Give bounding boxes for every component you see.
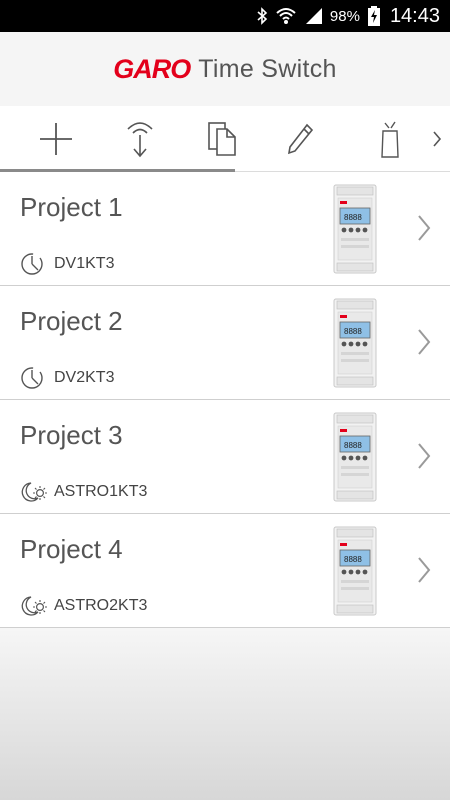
chevron-right-icon[interactable] bbox=[414, 440, 434, 472]
svg-text:8888: 8888 bbox=[344, 327, 362, 336]
project-subtitle: ASTRO2KT3 bbox=[20, 594, 147, 618]
project-model: ASTRO2KT3 bbox=[54, 597, 148, 614]
project-subtitle: ASTRO1KT3 bbox=[20, 480, 147, 504]
status-time: 14:43 bbox=[389, 4, 440, 27]
wifi-icon bbox=[276, 7, 296, 25]
svg-text:8888: 8888 bbox=[344, 213, 362, 222]
empty-area bbox=[0, 628, 450, 800]
add-icon bbox=[40, 123, 72, 155]
svg-text:8888: 8888 bbox=[344, 441, 362, 450]
project-row-3[interactable]: Project 3 ASTRO1KT3 8888 bbox=[0, 400, 450, 514]
project-list: Project 1 DV1KT3 8888 Project 2 DV2KT3 8… bbox=[0, 172, 450, 628]
bluetooth-icon bbox=[256, 7, 268, 25]
astro-icon bbox=[20, 594, 48, 618]
copy-icon bbox=[208, 122, 236, 156]
page-title: Time Switch bbox=[198, 54, 337, 83]
device-thumbnail: 8888 bbox=[333, 298, 377, 388]
project-model: ASTRO1KT3 bbox=[54, 483, 148, 500]
toolbar bbox=[0, 106, 450, 172]
app-header: GARO Time Switch bbox=[0, 32, 450, 106]
edit-button[interactable] bbox=[270, 114, 330, 164]
chevron-right-icon[interactable] bbox=[414, 554, 434, 586]
project-title: Project 2 bbox=[20, 306, 123, 336]
add-button[interactable] bbox=[26, 114, 86, 164]
chevron-right-icon[interactable] bbox=[414, 326, 434, 358]
copy-button[interactable] bbox=[192, 114, 252, 164]
edit-icon bbox=[287, 123, 314, 155]
delete-icon bbox=[381, 121, 399, 158]
project-model: DV2KT3 bbox=[54, 369, 115, 386]
device-thumbnail: 8888 bbox=[333, 184, 377, 274]
toolbar-more-button[interactable] bbox=[424, 114, 450, 164]
battery-charging-icon bbox=[367, 6, 380, 26]
download-button[interactable] bbox=[110, 114, 170, 164]
project-title: Project 4 bbox=[20, 534, 123, 564]
chevron-right-icon bbox=[433, 131, 442, 147]
device-thumbnail: 8888 bbox=[333, 412, 377, 502]
download-icon bbox=[127, 122, 153, 158]
project-subtitle: DV1KT3 bbox=[20, 252, 114, 276]
device-thumbnail: 8888 bbox=[333, 526, 377, 616]
project-row-4[interactable]: Project 4 ASTRO2KT3 8888 bbox=[0, 514, 450, 628]
clock-icon bbox=[20, 366, 48, 390]
svg-text:8888: 8888 bbox=[344, 555, 362, 564]
astro-icon bbox=[20, 480, 48, 504]
chevron-right-icon[interactable] bbox=[414, 212, 434, 244]
signal-icon bbox=[304, 7, 324, 25]
battery-percent: 98% bbox=[329, 7, 360, 25]
project-row-2[interactable]: Project 2 DV2KT3 8888 bbox=[0, 286, 450, 400]
project-row-1[interactable]: Project 1 DV1KT3 8888 bbox=[0, 172, 450, 286]
garo-logo: GARO bbox=[113, 53, 191, 84]
status-bar: 98% 14:43 bbox=[0, 0, 450, 32]
project-model: DV1KT3 bbox=[54, 255, 115, 272]
project-title: Project 3 bbox=[20, 420, 123, 450]
project-title: Project 1 bbox=[20, 192, 123, 222]
project-subtitle: DV2KT3 bbox=[20, 366, 114, 390]
clock-icon bbox=[20, 252, 48, 276]
delete-button[interactable] bbox=[360, 114, 420, 164]
